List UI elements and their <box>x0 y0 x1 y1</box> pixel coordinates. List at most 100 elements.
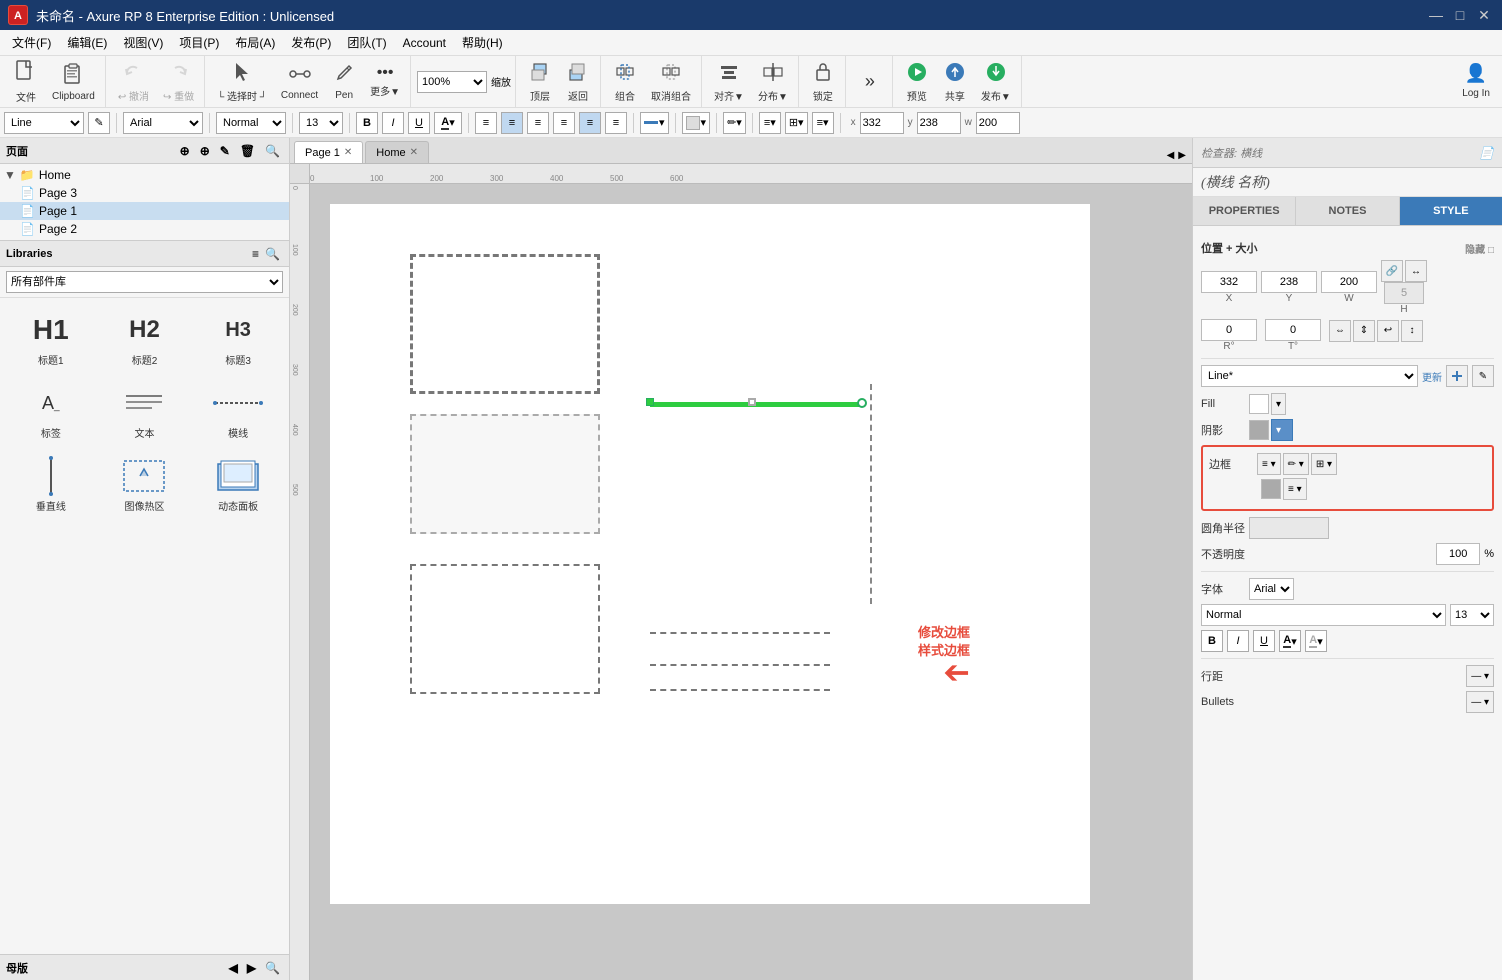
shadow-dropdown-button[interactable]: ▾ <box>1271 419 1293 441</box>
close-button[interactable]: ✕ <box>1474 5 1494 25</box>
align-middle-button[interactable]: ≡ <box>579 112 601 134</box>
line-handle-left[interactable] <box>646 398 654 406</box>
menu-publish[interactable]: 发布(P) <box>283 32 339 53</box>
align-top-button[interactable]: ≡ <box>553 112 575 134</box>
lib-item-label[interactable]: A_ 标签 <box>8 379 94 444</box>
lib-item-h2[interactable]: H2 标题2 <box>102 306 188 371</box>
line-handle-mid[interactable] <box>748 398 756 406</box>
edit-style-icon-btn[interactable]: ✎ <box>1472 365 1494 387</box>
inspector-font-family-select[interactable]: Arial <box>1249 578 1294 600</box>
line-handle-right[interactable] <box>857 398 867 408</box>
menu-project[interactable]: 项目(P) <box>171 32 227 53</box>
dashed-h-line-2[interactable] <box>650 664 830 666</box>
pages-search-icon[interactable]: 🔍 <box>262 143 283 159</box>
page-item-page2[interactable]: 📄 Page 2 <box>0 220 289 238</box>
docs-icon[interactable]: 📄 <box>1479 146 1494 160</box>
minimize-button[interactable]: — <box>1426 5 1446 25</box>
ungroup-button[interactable]: 取消组合 <box>645 60 697 104</box>
menu-edit[interactable]: 编辑(E) <box>59 32 115 53</box>
t-input[interactable] <box>1265 319 1321 341</box>
y-coord-input[interactable] <box>917 112 961 134</box>
border-color-swatch[interactable] <box>1261 479 1281 499</box>
reset-button[interactable]: ↩ <box>1377 320 1399 342</box>
tab-home-close[interactable]: ✕ <box>410 147 418 158</box>
fill-dropdown-button[interactable]: ▾ <box>1271 393 1286 415</box>
line-spacing-dropdown[interactable]: — ▾ <box>1466 665 1494 687</box>
align-center-button[interactable]: ≡ <box>501 112 523 134</box>
menu-file[interactable]: 文件(F) <box>4 32 59 53</box>
tab-page1-close[interactable]: ✕ <box>344 147 352 158</box>
line-color-button[interactable]: ▾ <box>640 112 669 134</box>
menu-view[interactable]: 视图(V) <box>115 32 171 53</box>
expand-button[interactable]: » <box>852 60 888 104</box>
fill-color-button[interactable]: ▾ <box>682 112 711 134</box>
lock-button[interactable]: 锁定 <box>805 60 841 104</box>
library-selector[interactable]: 所有部件库 <box>6 271 283 293</box>
insp-underline-button[interactable]: U <box>1253 630 1275 652</box>
lib-item-line[interactable]: 模线 <box>195 379 281 444</box>
transform-button[interactable]: ↕ <box>1401 320 1423 342</box>
flip-button[interactable]: ↔ <box>1405 260 1427 282</box>
menu-help[interactable]: 帮助(H) <box>454 32 511 53</box>
libraries-menu-icon[interactable]: ≡ <box>249 246 262 262</box>
lib-item-dynamic[interactable]: 动态面板 <box>195 452 281 517</box>
tab-properties[interactable]: PROPERTIES <box>1193 197 1296 225</box>
menu-layout[interactable]: 布局(A) <box>227 32 283 53</box>
border-other-button[interactable]: ≡▾ <box>812 112 834 134</box>
pages-add-icon[interactable]: ⊕ <box>177 143 193 159</box>
border-grid-button[interactable]: ⊞▾ <box>785 112 808 134</box>
shadow-color-swatch[interactable] <box>1249 420 1269 440</box>
y-position-input[interactable] <box>1261 271 1317 293</box>
distribute-button[interactable]: 分布▼ <box>752 60 794 104</box>
file-button[interactable]: 文件 <box>8 60 44 104</box>
pages-delete-icon[interactable]: 🗑 <box>237 143 258 159</box>
lib-item-text[interactable]: 文本 <box>102 379 188 444</box>
clipboard-button[interactable]: Clipboard <box>46 60 101 104</box>
lock-ratio-button[interactable]: 🔗 <box>1381 260 1403 282</box>
underline-button[interactable]: U <box>408 112 430 134</box>
bold-button[interactable]: B <box>356 112 378 134</box>
pen-button[interactable]: Pen <box>326 60 362 104</box>
insp-text-color-button[interactable]: A▾ <box>1279 630 1301 652</box>
more-button[interactable]: ••• 更多▼ <box>364 60 406 104</box>
masters-nav-prev[interactable]: ◀ <box>226 960 241 976</box>
masters-nav-next[interactable]: ▶ <box>244 960 259 976</box>
lib-item-vline[interactable]: 垂直线 <box>8 452 94 517</box>
page-item-page3[interactable]: 📄 Page 3 <box>0 184 289 202</box>
italic-button[interactable]: I <box>382 112 404 134</box>
tab-home[interactable]: Home ✕ <box>365 141 429 163</box>
lib-item-h1[interactable]: H1 标题1 <box>8 306 94 371</box>
font-size-select[interactable]: 13 <box>299 112 343 134</box>
login-button[interactable]: 👤 Log In <box>1454 60 1498 104</box>
menu-team[interactable]: 团队(T) <box>339 32 394 53</box>
border-align-dropdown[interactable]: ≡ ▾ <box>1283 478 1307 500</box>
create-style-button[interactable] <box>1446 365 1468 387</box>
fill-color-swatch[interactable] <box>1249 394 1269 414</box>
update-style-link[interactable]: 更新 <box>1422 369 1442 384</box>
maximize-button[interactable]: □ <box>1450 5 1470 25</box>
insp-bold-button[interactable]: B <box>1201 630 1223 652</box>
pen-style-button[interactable]: ✏▾ <box>723 112 746 134</box>
opacity-input[interactable] <box>1436 543 1480 565</box>
align-right-button[interactable]: ≡ <box>527 112 549 134</box>
libraries-search-icon[interactable]: 🔍 <box>262 246 283 262</box>
preview-button[interactable]: 预览 <box>899 60 935 104</box>
lib-item-hotspot[interactable]: 图像热区 <box>102 452 188 517</box>
inspector-font-style-select[interactable]: Normal <box>1201 604 1446 626</box>
pages-edit-icon[interactable]: ✎ <box>217 143 233 159</box>
align-button[interactable]: 对齐▼ <box>708 60 750 104</box>
share-button[interactable]: 共享 <box>937 60 973 104</box>
dotted-rect-1[interactable] <box>410 414 600 534</box>
select-button[interactable]: └ 选择时 ┘ <box>211 60 273 104</box>
r-input[interactable] <box>1201 319 1257 341</box>
align-bottom-button[interactable]: ≡ <box>605 112 627 134</box>
x-coord-input[interactable] <box>860 112 904 134</box>
x-position-input[interactable] <box>1201 271 1257 293</box>
align-left-button[interactable]: ≡ <box>475 112 497 134</box>
connect-button[interactable]: Connect <box>275 60 324 104</box>
dashed-rect-2[interactable] <box>410 564 600 694</box>
lib-item-h3[interactable]: H3 标题3 <box>195 306 281 371</box>
edit-style-button[interactable]: ✎ <box>88 112 110 134</box>
border-style-button[interactable]: ≡▾ <box>759 112 781 134</box>
bullets-dropdown[interactable]: — ▾ <box>1466 691 1494 713</box>
